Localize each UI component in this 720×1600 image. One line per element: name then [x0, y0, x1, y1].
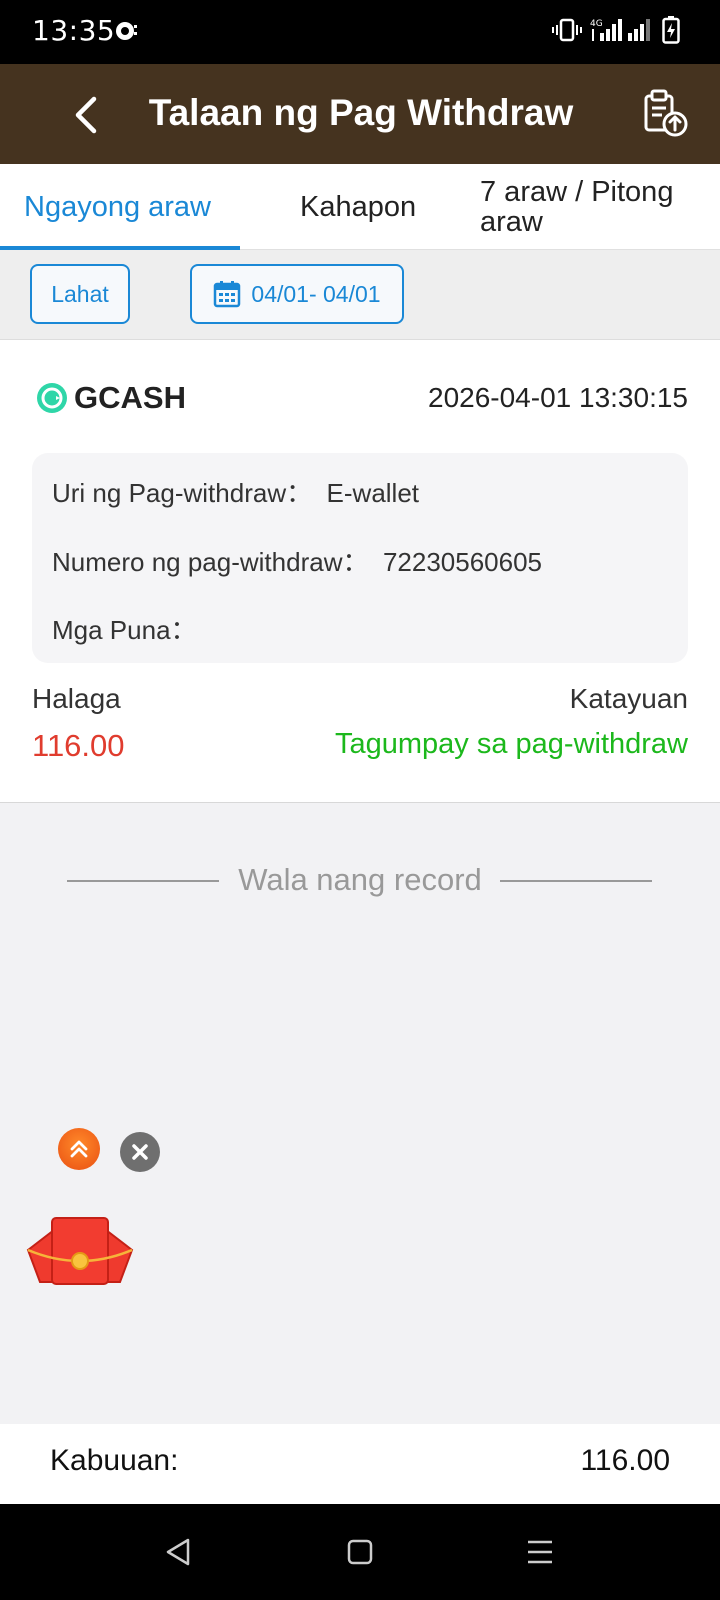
remarks-row: Mga Puna：	[52, 610, 197, 647]
filter-bar: Lahat 04/01- 04/01	[0, 250, 720, 340]
remarks-label: Mga Puna：	[52, 615, 197, 645]
page-title: Talaan ng Pag Withdraw	[148, 92, 574, 133]
withdraw-type-value: E-wallet	[326, 478, 420, 508]
status-bar: 13:35 4G	[0, 0, 720, 64]
total-value: 116.00	[580, 1444, 670, 1477]
square-home-icon	[347, 1539, 373, 1565]
withdraw-number-row: Numero ng pag-withdraw： 72230560605	[52, 542, 542, 579]
red-envelope-promo[interactable]	[24, 1216, 136, 1301]
withdraw-number-value: 72230560605	[382, 547, 542, 577]
battery-charging-icon	[662, 16, 680, 49]
tab-yesterday[interactable]: Kahapon	[300, 164, 416, 250]
record-datetime: 2026-04-01 13:30:15	[428, 382, 688, 413]
calendar-icon	[214, 281, 241, 308]
close-float-button[interactable]	[120, 1132, 160, 1172]
divider-right	[500, 880, 652, 882]
withdraw-number-label: Numero ng pag-withdraw：	[52, 547, 369, 577]
amount-value: 116.00	[32, 728, 125, 763]
nav-back-button[interactable]	[158, 1532, 198, 1572]
list-end-indicator: Wala nang record	[0, 858, 720, 902]
notification-icon	[114, 18, 140, 49]
filter-type-button[interactable]: Lahat	[30, 264, 130, 324]
amount-label: Halaga	[32, 683, 121, 714]
date-tabs: Ngayong araw Kahapon 7 araw / Pitong ara…	[0, 164, 720, 250]
red-envelope-icon	[26, 1217, 134, 1285]
total-bar: Kabuuan: 116.00	[0, 1424, 720, 1504]
record-details: Uri ng Pag-withdraw： E-wallet Numero ng …	[32, 453, 688, 663]
tab-today[interactable]: Ngayong araw	[24, 164, 211, 250]
gcash-logo-icon	[37, 383, 67, 413]
total-label: Kabuuan:	[50, 1444, 179, 1477]
system-nav-bar	[0, 1504, 720, 1600]
date-range-label: 04/01- 04/01	[251, 280, 381, 307]
nav-menu-button[interactable]	[520, 1532, 560, 1572]
vibrate-icon	[552, 17, 582, 48]
app-header: Talaan ng Pag Withdraw	[0, 64, 720, 164]
triangle-back-icon	[166, 1538, 190, 1566]
double-chevron-up-icon	[70, 1140, 88, 1158]
close-icon	[132, 1144, 148, 1160]
status-label: Katayuan	[569, 683, 688, 714]
tab-seven-days[interactable]: 7 araw / Pitong araw	[480, 164, 700, 250]
status-value: Tagumpay sa pag-withdraw	[334, 728, 688, 760]
status-icons: 4G	[552, 16, 680, 49]
menu-icon	[528, 1540, 552, 1564]
withdraw-type-row: Uri ng Pag-withdraw： E-wallet	[52, 473, 419, 510]
withdraw-record[interactable]: GCASH 2026-04-01 13:30:15 Uri ng Pag-wit…	[0, 340, 720, 803]
nav-home-button[interactable]	[340, 1532, 380, 1572]
scroll-top-button[interactable]	[58, 1128, 100, 1170]
export-records-button[interactable]	[640, 88, 694, 142]
signal-4g-icon: 4G	[590, 17, 654, 48]
date-range-button[interactable]: 04/01- 04/01	[190, 264, 404, 324]
status-time: 13:35	[32, 14, 116, 47]
withdraw-type-label: Uri ng Pag-withdraw：	[52, 478, 313, 508]
provider: GCASH	[36, 380, 186, 416]
provider-name: GCASH	[74, 380, 186, 415]
network-type-label: 4G	[590, 19, 603, 29]
clipboard-upload-icon	[644, 89, 688, 137]
